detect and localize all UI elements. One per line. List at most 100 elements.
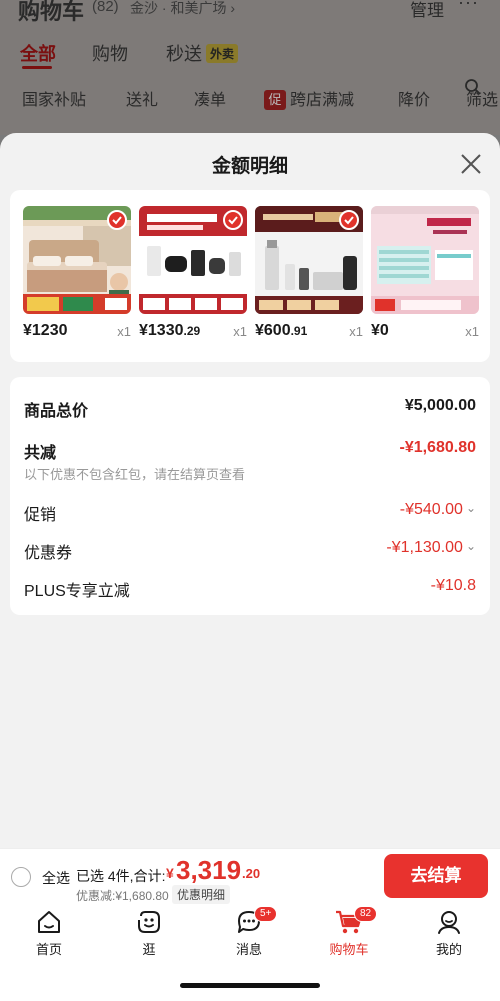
chip-cross-store-label: 跨店满减	[290, 92, 355, 109]
product-price-row: ¥1230 x1	[23, 322, 131, 342]
total-yen-symbol: ¥	[166, 865, 174, 881]
product-qty: x1	[117, 324, 131, 339]
messages-badge: 5+	[254, 906, 278, 922]
chip-national-subsidy: 国家补贴	[22, 92, 87, 109]
cart-count: (82)	[92, 0, 119, 15]
product-price-cents: .91	[290, 324, 308, 338]
home-indicator	[180, 983, 320, 988]
product-price-main: ¥600	[255, 322, 291, 339]
tab-cart-label: 购物车	[329, 942, 369, 957]
chip-price-drop: 降价	[398, 92, 431, 109]
product-price-row: ¥1330.29 x1	[139, 322, 247, 342]
total-price-value: ¥5,000.00	[404, 397, 476, 414]
cart-badge: 82	[354, 906, 378, 922]
tab-browse[interactable]: 逛	[114, 908, 184, 964]
filter-chips: 国家补贴 送礼 凑单 促跨店满减 降价 筛选	[0, 80, 500, 110]
tab-messages-label: 消息	[235, 942, 262, 957]
tab-home-label: 首页	[35, 942, 62, 957]
products-card: ¥1230 x1 ¥1330.29 x1 ¥600.91 x1 ¥0 x1	[10, 190, 490, 362]
background-tabs: 全部 购物 秒送 外卖	[0, 36, 500, 95]
checkout-button[interactable]: 去结算	[384, 854, 488, 898]
product-price: ¥0	[371, 322, 389, 340]
manage-button: 管理	[410, 1, 444, 20]
background-page: 购物车 (82) 金沙 · 和美广场 › 管理 ··· 全部 购物 秒送 外卖 国…	[0, 0, 500, 135]
tab-home[interactable]: 首页	[14, 908, 84, 964]
total-reduce-row: 共减 -¥1,680.80	[24, 439, 476, 462]
total-price-label: 商品总价	[24, 403, 89, 420]
product-qty: x1	[349, 324, 363, 339]
product-price: ¥1230	[23, 322, 68, 340]
promo-cu-icon: 促	[264, 90, 286, 110]
product-price-cents: .29	[183, 324, 201, 338]
chip-filter: 筛选	[466, 92, 499, 109]
total-price-row: 商品总价 ¥5,000.00	[24, 397, 476, 420]
tab-all: 全部	[20, 44, 56, 64]
product-price: ¥1330.29	[139, 322, 200, 340]
reduce-note-row: 以下优惠不包含红包，请在结算页查看	[24, 464, 476, 482]
home-icon	[38, 911, 60, 933]
promo-value-wrap: -¥540.00 ⌄	[400, 501, 476, 519]
coupon-label: 优惠券	[24, 545, 73, 562]
tab-messages[interactable]: 5+ 消息	[214, 906, 284, 964]
location-label: 金沙 · 和美广场 ›	[130, 0, 235, 16]
browse-face-icon	[138, 911, 160, 933]
selected-check-icon	[107, 210, 127, 230]
coupon-value: -¥1,130.00	[386, 539, 463, 556]
product-item[interactable]: ¥1230 x1	[23, 206, 131, 346]
profile-icon	[438, 911, 460, 934]
chip-cross-store: 促跨店满减	[264, 86, 354, 110]
discount-detail-link[interactable]: 优惠明细	[172, 885, 231, 904]
total-amount-cents: .20	[242, 866, 261, 881]
tab-underline	[22, 66, 52, 69]
product-item[interactable]: ¥0 x1	[371, 206, 479, 346]
tab-cart[interactable]: 82 购物车	[314, 906, 384, 964]
plus-row: PLUS专享立减 -¥10.8	[24, 577, 476, 600]
total-reduce-label: 共减	[24, 445, 57, 462]
promo-label: 促销	[24, 507, 57, 524]
checkout-bar: 全选 已选 4件,合计: ¥ 3,319 .20 优惠减:¥1,680.80 优…	[0, 848, 500, 904]
product-price-main: ¥0	[371, 322, 389, 339]
coupon-value-wrap: -¥1,130.00 ⌄	[386, 539, 476, 557]
tab-profile-label: 我的	[435, 942, 462, 957]
product-item[interactable]: ¥600.91 x1	[255, 206, 363, 346]
plus-label: PLUS专享立减	[24, 583, 130, 600]
selected-info: 已选 4件,合计:	[76, 868, 166, 884]
chip-combine-order: 凑单	[194, 92, 227, 109]
selected-check-icon	[339, 210, 359, 230]
more-icon: ···	[458, 0, 479, 12]
tab-profile[interactable]: 我的	[414, 908, 484, 964]
discount-text: 优惠减:¥1,680.80	[76, 889, 169, 903]
summary-card: 商品总价 ¥5,000.00 共减 -¥1,680.80 以下优惠不包含红包，请…	[10, 377, 490, 615]
promo-row[interactable]: 促销 -¥540.00 ⌄	[24, 501, 476, 524]
product-price: ¥600.91	[255, 322, 307, 340]
tab-browse-label: 逛	[142, 942, 156, 957]
cart-page-title: 购物车	[18, 0, 85, 24]
product-qty: x1	[233, 324, 247, 339]
coupon-row[interactable]: 优惠券 -¥1,130.00 ⌄	[24, 539, 476, 562]
promo-value: -¥540.00	[399, 501, 463, 518]
product-price-main: ¥1230	[23, 322, 68, 339]
tab-instant-delivery-label: 秒送	[166, 44, 202, 64]
sheet-title: 金额明细	[211, 156, 288, 177]
reduce-note: 以下优惠不包含红包，请在结算页查看	[24, 467, 246, 482]
amount-detail-sheet: 金额明细 ¥1230 x1 ¥1330.29 x1 ¥600.91 x1 ¥0 …	[0, 133, 500, 850]
chevron-down-icon: ⌄	[465, 539, 476, 553]
total-reduce-value: -¥1,680.80	[399, 439, 476, 456]
product-price-row: ¥0 x1	[371, 322, 479, 342]
select-all-radio[interactable]	[11, 867, 31, 887]
product-item[interactable]: ¥1330.29 x1	[139, 206, 247, 346]
tab-instant-delivery: 秒送 外卖	[166, 40, 239, 66]
waimai-badge: 外卖	[206, 44, 239, 63]
plus-value: -¥10.8	[430, 577, 476, 594]
chip-gift: 送礼	[126, 92, 159, 109]
selected-check-icon	[223, 210, 243, 230]
total-amount: 3,319	[176, 855, 242, 885]
product-image-sample-pack	[371, 206, 479, 314]
background-header: 购物车 (82) 金沙 · 和美广场 › 管理 ···	[0, 0, 500, 28]
product-price-main: ¥1330	[139, 322, 184, 339]
tab-shopping: 购物	[92, 44, 128, 64]
close-icon[interactable]	[458, 151, 484, 177]
product-qty: x1	[465, 324, 479, 339]
select-all-label[interactable]: 全选	[42, 868, 70, 888]
chevron-down-icon: ⌄	[465, 501, 476, 515]
